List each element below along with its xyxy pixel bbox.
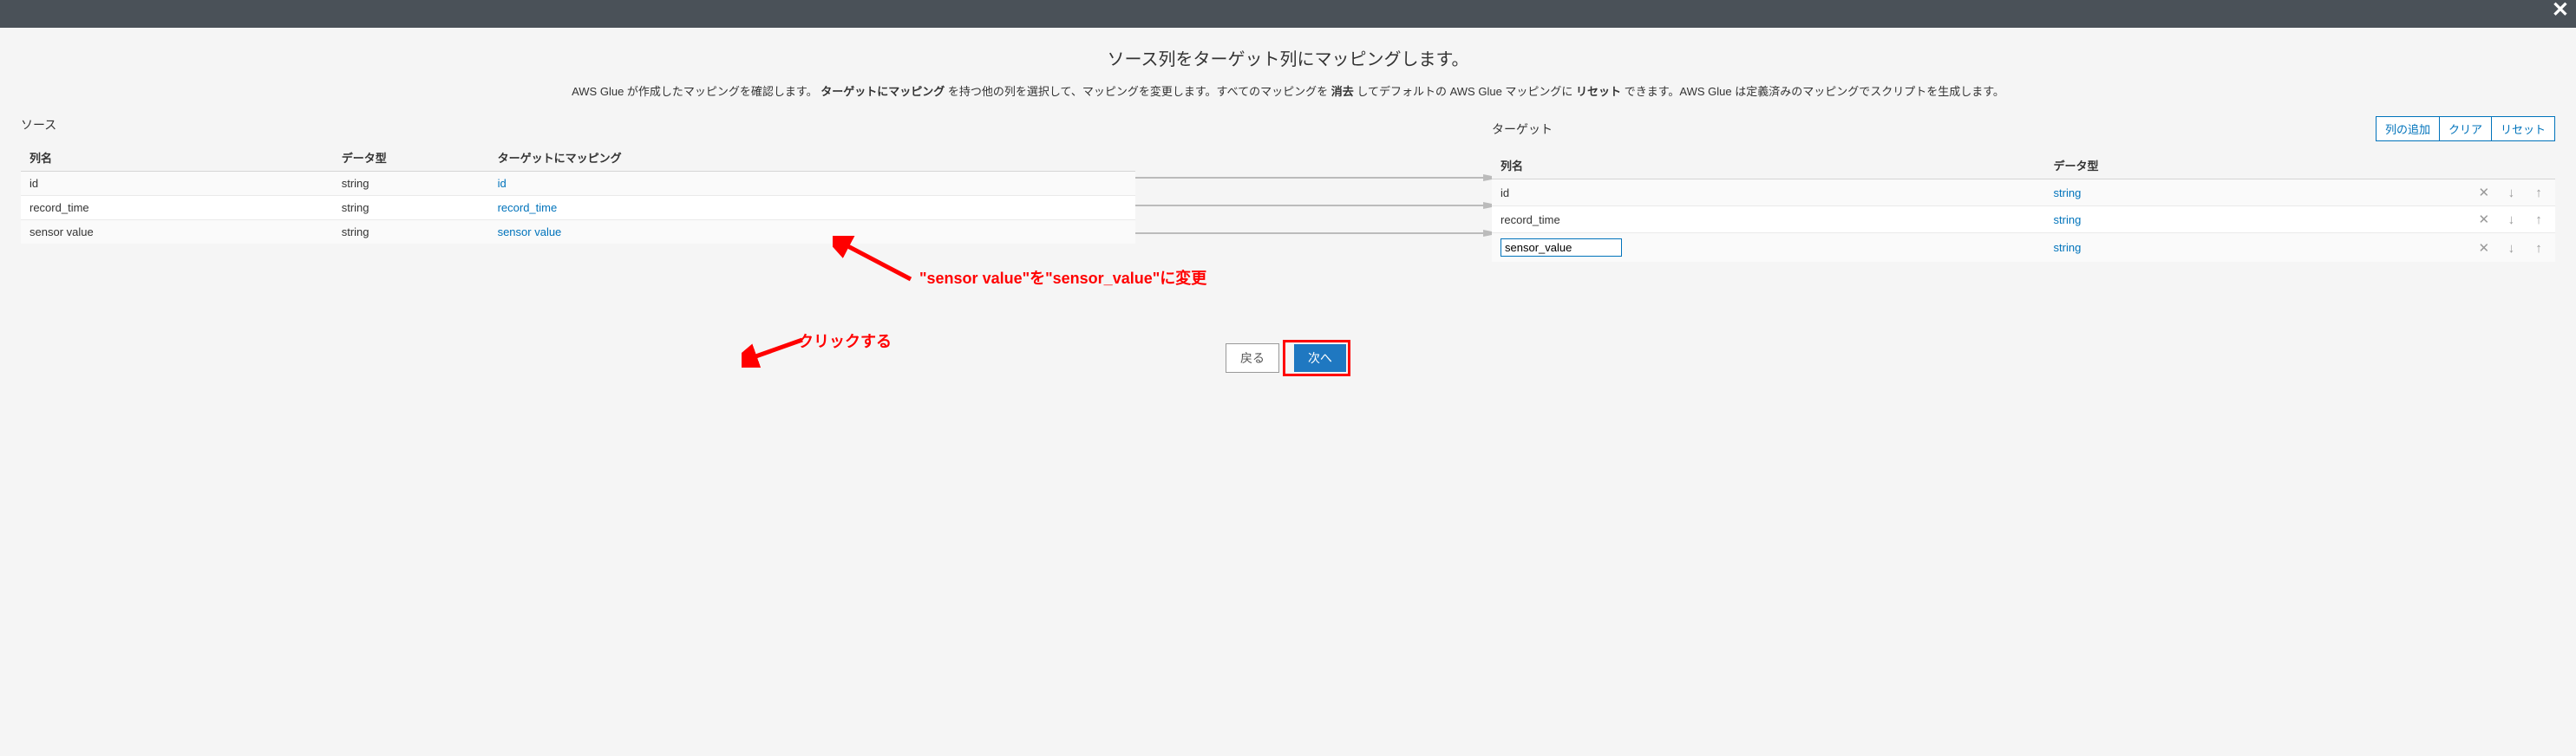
target-table: 列名 データ型 id string ✕ ↓ ↑	[1492, 152, 2555, 262]
target-col-name[interactable]: id	[1492, 179, 2044, 206]
add-column-button[interactable]: 列の追加	[2376, 116, 2440, 141]
desc-bold: リセット	[1576, 85, 1621, 98]
table-row: string ✕ ↓ ↑	[1492, 233, 2555, 263]
annotation-highlight: 次へ	[1283, 340, 1350, 376]
modal-top-bar: ✕	[0, 0, 2576, 28]
mapping-connectors	[1135, 116, 1492, 253]
target-button-group: 列の追加 クリア リセット	[2376, 116, 2555, 141]
source-col-name: record_time	[21, 196, 333, 220]
mapping-link[interactable]: id	[498, 177, 507, 190]
source-col-name: id	[21, 172, 333, 196]
source-col-type: string	[333, 220, 489, 244]
remove-icon[interactable]: ✕	[2476, 212, 2492, 227]
remove-icon[interactable]: ✕	[2476, 240, 2492, 256]
close-icon[interactable]: ✕	[2552, 0, 2569, 21]
clear-button[interactable]: クリア	[2440, 116, 2492, 141]
desc-text: できます。AWS Glue は定義済みのマッピングでスクリプトを生成します。	[1625, 85, 2004, 98]
desc-bold: 消去	[1331, 85, 1354, 98]
annotation-text: "sensor value"を"sensor_value"に変更	[919, 266, 1206, 289]
page-title: ソース列をターゲット列にマッピングします。	[14, 45, 2562, 70]
col-header-type: データ型	[2045, 152, 2343, 179]
remove-icon[interactable]: ✕	[2476, 185, 2492, 200]
desc-bold: ターゲットにマッピング	[821, 85, 945, 98]
next-button[interactable]: 次へ	[1294, 344, 1346, 372]
back-button[interactable]: 戻る	[1226, 343, 1279, 373]
source-col-type: string	[333, 196, 489, 220]
move-down-icon[interactable]: ↓	[2503, 186, 2519, 200]
desc-text: を持つ他の列を選択して、マッピングを変更します。すべてのマッピングを	[948, 85, 1328, 98]
col-header-name: 列名	[1492, 152, 2044, 179]
col-header-map: ターゲットにマッピング	[489, 144, 1135, 172]
table-row: id string ✕ ↓ ↑	[1492, 179, 2555, 206]
source-col-type: string	[333, 172, 489, 196]
annotation-text: クリックする	[798, 329, 892, 352]
annotation-arrow-icon	[833, 236, 919, 288]
target-col-type[interactable]: string	[2054, 186, 2082, 199]
move-down-icon[interactable]: ↓	[2503, 241, 2519, 256]
col-header-name: 列名	[21, 144, 333, 172]
move-up-icon[interactable]: ↑	[2531, 212, 2547, 227]
table-row: record_time string record_time	[21, 196, 1135, 220]
target-col-name[interactable]: record_time	[1492, 206, 2044, 233]
move-up-icon[interactable]: ↑	[2531, 186, 2547, 200]
target-col-type[interactable]: string	[2054, 213, 2082, 226]
target-section-title: ターゲット	[1492, 121, 1553, 138]
move-up-icon[interactable]: ↑	[2531, 241, 2547, 256]
reset-button[interactable]: リセット	[2492, 116, 2555, 141]
target-col-name-input[interactable]	[1500, 238, 1622, 257]
table-row: id string id	[21, 172, 1135, 196]
col-header-type: データ型	[333, 144, 489, 172]
desc-text: してデフォルトの AWS Glue マッピングに	[1357, 85, 1572, 98]
source-table: 列名 データ型 ターゲットにマッピング id string id record_…	[21, 144, 1135, 244]
source-section-title: ソース	[21, 116, 1135, 134]
mapping-link[interactable]: record_time	[498, 201, 558, 214]
table-row: record_time string ✕ ↓ ↑	[1492, 206, 2555, 233]
mapping-link[interactable]: sensor value	[498, 225, 562, 238]
source-col-name: sensor value	[21, 220, 333, 244]
desc-text: AWS Glue が作成したマッピングを確認します。	[572, 85, 818, 98]
move-down-icon[interactable]: ↓	[2503, 212, 2519, 227]
target-col-type[interactable]: string	[2054, 241, 2082, 254]
page-description: AWS Glue が作成したマッピングを確認します。 ターゲットにマッピング を…	[14, 82, 2562, 99]
table-row: sensor value string sensor value	[21, 220, 1135, 244]
